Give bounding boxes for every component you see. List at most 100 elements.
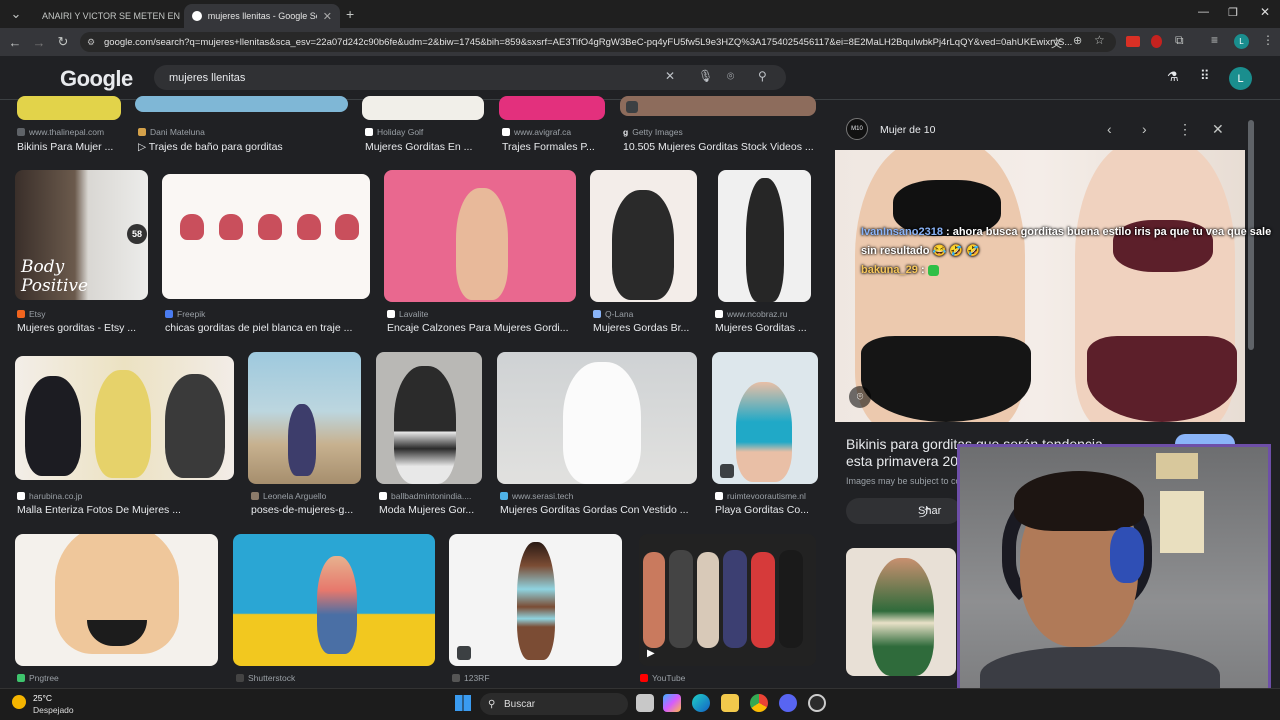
discord-icon[interactable] [779, 694, 797, 712]
tab-google-search[interactable]: mujeres llenitas - Google Search ✕ [184, 4, 340, 28]
result-image[interactable] [248, 352, 361, 484]
bookmark-star-icon[interactable]: ☆ [1094, 33, 1105, 47]
result-caption[interactable]: Mujeres Gordas Br... [593, 322, 697, 334]
zoom-icon[interactable]: ⊕ [1073, 34, 1082, 47]
result-image[interactable] [376, 352, 482, 484]
result-image[interactable]: ▶ [639, 534, 816, 666]
result-source[interactable]: Pngtree [17, 673, 59, 683]
weather-status[interactable]: Despejado [33, 705, 74, 715]
maximize-button[interactable]: ❐ [1228, 6, 1238, 19]
result-caption[interactable]: 10.505 Mujeres Gorditas Stock Videos ... [623, 141, 819, 153]
result-source[interactable]: YouTube [640, 673, 685, 683]
search-input[interactable]: mujeres llenitas [154, 65, 786, 90]
chrome-icon[interactable] [750, 694, 768, 712]
edge-icon[interactable] [692, 694, 710, 712]
forward-button[interactable]: → [27, 30, 51, 54]
profile-avatar-icon[interactable]: L [1234, 34, 1249, 49]
extensions-puzzle-icon[interactable]: ⧉ [1175, 33, 1184, 48]
tab-youtube[interactable]: ANAIRI Y VICTOR SE METEN EN ✕ [28, 4, 180, 28]
result-caption[interactable]: Mujeres Gorditas ... [715, 322, 815, 334]
result-image[interactable] [712, 352, 818, 484]
result-caption[interactable]: Bikinis Para Mujer ... [17, 141, 132, 153]
result-image[interactable] [449, 534, 622, 666]
translate-icon[interactable]: 文 [1051, 35, 1062, 51]
result-image[interactable] [362, 96, 484, 120]
site-info-icon[interactable]: ⚙ [87, 37, 95, 48]
result-image[interactable] [15, 534, 218, 666]
result-source[interactable]: Dani Mateluna [138, 127, 205, 137]
result-image[interactable] [499, 96, 605, 120]
source-logo[interactable]: M10 [846, 118, 868, 140]
result-source[interactable]: harubina.co.jp [17, 491, 82, 501]
start-windows-icon[interactable] [455, 695, 471, 711]
new-tab-button[interactable]: + [346, 6, 354, 22]
close-window-button[interactable]: ✕ [1260, 5, 1270, 19]
result-caption[interactable]: Encaje Calzones Para Mujeres Gordi... [387, 322, 577, 334]
result-source[interactable]: 123RF [452, 673, 490, 683]
result-source[interactable]: Q-Lana [593, 309, 633, 319]
result-image[interactable] [233, 534, 435, 666]
result-source[interactable]: ruimtevoorautisme.nl [715, 491, 806, 501]
result-image[interactable] [135, 96, 348, 112]
chevron-right-icon[interactable]: › [1142, 121, 1147, 137]
apps-grid-icon[interactable]: ⠿ [1200, 68, 1210, 84]
result-source[interactable]: Shutterstock [236, 673, 295, 683]
result-image[interactable] [15, 356, 234, 480]
extension-red-icon[interactable] [1151, 35, 1162, 48]
result-image[interactable] [17, 96, 121, 120]
minimize-button[interactable]: — [1198, 6, 1209, 18]
result-caption[interactable]: Malla Enteriza Fotos De Mujeres ... [17, 504, 232, 516]
account-avatar[interactable]: L [1229, 67, 1252, 90]
result-image[interactable] [718, 170, 811, 302]
voice-search-icon[interactable]: 🎙 [698, 69, 713, 83]
chevron-left-icon[interactable]: ‹ [1107, 121, 1112, 137]
file-explorer-icon[interactable] [721, 694, 739, 712]
lens-search-icon[interactable]: ⌾ [727, 69, 734, 84]
taskbar-search[interactable]: ⚲ Buscar [480, 693, 628, 715]
result-source[interactable]: Freepik [165, 309, 205, 319]
result-source[interactable]: Lavalite [387, 309, 428, 319]
result-caption[interactable]: Mujeres Gorditas En ... [365, 141, 485, 153]
result-image[interactable] [590, 170, 697, 302]
google-logo[interactable]: Google [60, 66, 133, 92]
more-options-icon[interactable]: ⋮ [1178, 121, 1192, 138]
result-source[interactable]: ballbadmintonindia.... [379, 491, 471, 501]
result-caption[interactable]: chicas gorditas de piel blanca en traje … [165, 322, 370, 334]
back-button[interactable]: ← [3, 30, 27, 54]
result-caption[interactable]: Mujeres gorditas - Etsy ... [17, 322, 147, 334]
result-source[interactable]: www.avigraf.ca [502, 127, 571, 137]
result-caption[interactable]: Moda Mujeres Gor... [379, 504, 483, 516]
result-image[interactable] [162, 174, 370, 299]
share-button[interactable]: Shar [846, 498, 961, 524]
result-image[interactable] [497, 352, 697, 484]
close-icon[interactable]: ✕ [323, 10, 332, 23]
search-icon[interactable]: ⚲ [758, 69, 767, 83]
result-caption[interactable]: poses-de-mujeres-g... [251, 504, 363, 516]
result-image[interactable]: Body Positive 58 [15, 170, 148, 300]
clear-search-icon[interactable]: ✕ [665, 69, 675, 83]
result-source[interactable]: Leonela Arguello [251, 491, 326, 501]
copilot-icon[interactable] [663, 694, 681, 712]
result-caption[interactable]: Mujeres Gorditas Gordas Con Vestido ... [500, 504, 698, 516]
result-source[interactable]: www.serasi.tech [500, 491, 573, 501]
preview-image[interactable]: ⌾ [835, 150, 1245, 422]
task-view-icon[interactable] [636, 694, 654, 712]
close-panel-icon[interactable]: ✕ [1212, 121, 1224, 138]
weather-temp[interactable]: 25°C [33, 693, 52, 703]
result-source[interactable]: www.thalinepal.com [17, 127, 104, 137]
browser-menu-icon[interactable]: ⋮ [1262, 33, 1274, 47]
adblock-extension-icon[interactable] [1126, 36, 1140, 47]
related-image[interactable] [846, 548, 956, 676]
panel-source-name[interactable]: Mujer de 10 [880, 124, 935, 136]
result-source[interactable]: g Getty Images [623, 127, 683, 137]
reload-button[interactable]: ↻ [51, 30, 75, 54]
result-caption[interactable]: Trajes Formales P... [502, 141, 608, 153]
weather-icon[interactable] [12, 695, 26, 709]
result-image[interactable] [384, 170, 576, 302]
result-caption[interactable]: Playa Gorditas Co... [715, 504, 819, 516]
result-image[interactable] [620, 96, 816, 116]
lens-icon[interactable]: ⌾ [849, 386, 871, 408]
result-source[interactable]: Holiday Golf [365, 127, 423, 137]
labs-flask-icon[interactable]: ⚗ [1167, 69, 1179, 85]
reading-list-icon[interactable]: ≡ [1211, 33, 1218, 47]
